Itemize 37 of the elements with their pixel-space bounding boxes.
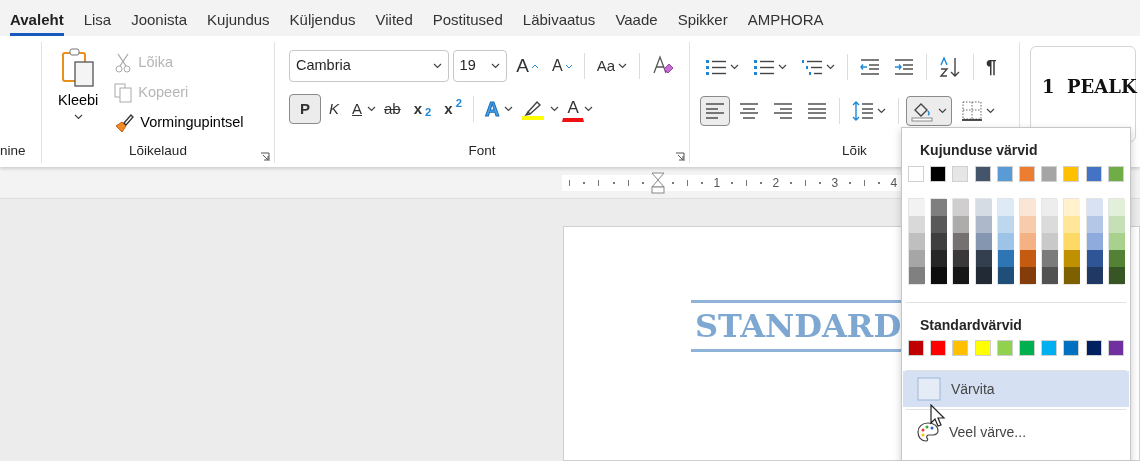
strikethrough-button[interactable]: ab: [379, 94, 406, 124]
ribbon-tab[interactable]: Postitused: [422, 8, 513, 36]
ribbon-button[interactable]: Vormingupintsel: [110, 108, 248, 138]
bold-button[interactable]: P: [289, 94, 321, 124]
ruler-number: 4: [890, 174, 898, 192]
ruler-number: 1: [713, 174, 721, 192]
change-case-button[interactable]: Aa: [591, 51, 633, 81]
menu-heading: Kujunduse värvid: [920, 142, 1038, 158]
underline-button[interactable]: A: [347, 94, 368, 124]
italic-button[interactable]: K: [324, 94, 344, 124]
ribbon-tab[interactable]: Küljendus: [279, 8, 366, 36]
ruler-number: 3: [831, 174, 839, 192]
ribbon-tab[interactable]: Joonista: [121, 8, 198, 36]
paste-button[interactable]: Kleebi: [52, 48, 105, 140]
group-label: Lõik: [842, 143, 867, 158]
menu-heading: Standardvärvid: [920, 317, 1022, 333]
group-label: Lõikelaud: [129, 143, 187, 158]
ribbon-tab[interactable]: Lisa: [73, 8, 122, 36]
font-color-button[interactable]: A: [562, 96, 584, 122]
ruler-number: 2: [772, 174, 780, 192]
grow-font-button[interactable]: A: [511, 51, 544, 81]
ribbon-tab[interactable]: Kujundus: [197, 8, 280, 36]
superscript-button[interactable]: x$^{2}$: [439, 94, 467, 124]
group-label: nine: [0, 143, 26, 158]
menu-item[interactable]: Värvita: [903, 371, 1129, 407]
ribbon-tab[interactable]: Läbivaatus: [512, 8, 606, 36]
subscript-button[interactable]: x$_{2}$: [408, 94, 437, 124]
ribbon-tab[interactable]: Viited: [365, 8, 423, 36]
ribbon-tab[interactable]: Vaade: [605, 8, 668, 36]
shrink-font-button[interactable]: A: [547, 51, 577, 81]
group-label: Font: [468, 143, 496, 158]
font-size-field[interactable]: 19: [452, 50, 508, 82]
font-name-field[interactable]: Cambria: [289, 50, 449, 82]
menu-item[interactable]: Veel värve...: [903, 414, 1129, 450]
ribbon-tab[interactable]: Spikker: [667, 8, 738, 36]
show-formatting-button[interactable]: ¶: [981, 52, 1002, 82]
ribbon-tab[interactable]: AMPHORA: [737, 8, 834, 36]
